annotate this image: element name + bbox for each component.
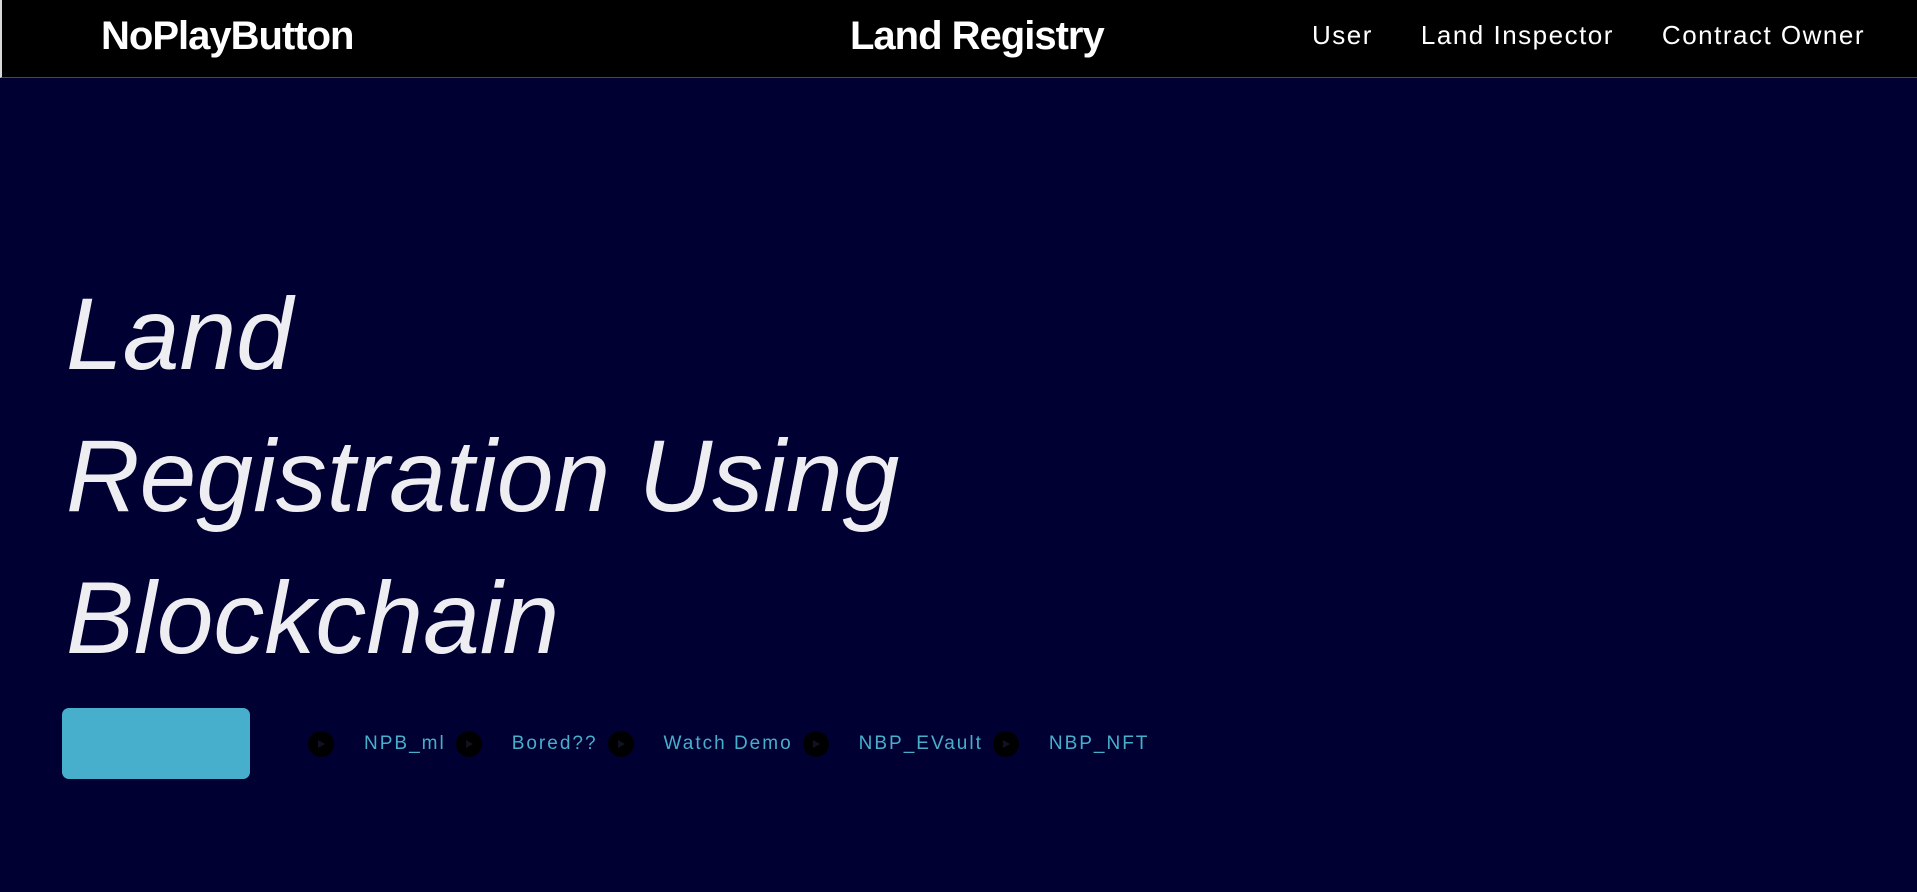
hero-title: Land Registration Using Blockchain	[66, 263, 1066, 689]
brand-logo-link[interactable]: NoPlayButton	[101, 12, 354, 60]
hero-title-line: Registration Using	[66, 419, 900, 533]
link-nbp-nft[interactable]: NBP_NFT	[992, 731, 1150, 757]
link-nbp-evault[interactable]: NBP_EVault	[802, 731, 983, 757]
hero-title-line: Blockchain	[66, 561, 560, 675]
play-circle-icon	[992, 731, 1019, 757]
link-bored[interactable]: Bored??	[455, 731, 598, 757]
hero-title-line: Land	[66, 277, 293, 391]
hero-section: Land Registration Using Blockchain NPB_m…	[0, 78, 1917, 892]
play-circle-icon	[455, 731, 482, 757]
link-watch-demo[interactable]: Watch Demo	[607, 731, 793, 757]
play-circle-icon	[607, 731, 634, 757]
link-label: NBP_NFT	[1048, 733, 1150, 754]
nav-link-land-inspector[interactable]: Land Inspector	[1421, 20, 1614, 51]
nav-link-user[interactable]: User	[1312, 20, 1373, 51]
top-navbar: NoPlayButton Land Registry User Land Ins…	[0, 0, 1917, 78]
link-npb-ml[interactable]: NPB_ml	[308, 731, 446, 757]
play-circle-icon	[802, 731, 829, 757]
external-links: NPB_ml Bored?? Watch Demo NBP_EVault NBP…	[308, 728, 1159, 760]
link-label: NPB_ml	[364, 733, 446, 754]
page-title: Land Registry	[850, 14, 1105, 58]
link-label: NBP_EVault	[858, 733, 983, 754]
nav-links: User Land Inspector Contract Owner	[1312, 0, 1865, 70]
get-started-button[interactable]	[62, 708, 250, 779]
link-label: Watch Demo	[663, 733, 793, 754]
nav-link-contract-owner[interactable]: Contract Owner	[1662, 20, 1865, 51]
link-label: Bored??	[511, 733, 598, 754]
play-circle-icon	[308, 731, 334, 757]
